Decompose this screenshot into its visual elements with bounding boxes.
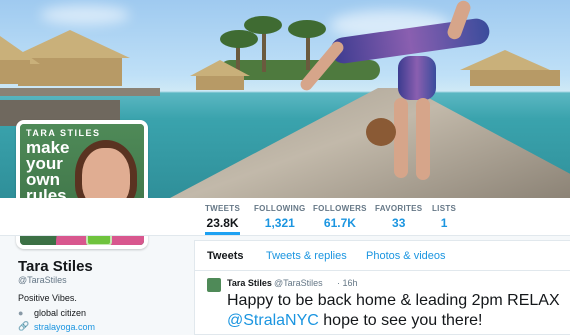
- tab-tweets[interactable]: Tweets: [207, 250, 243, 262]
- tweet-text-before: Happy to be back home & leading 2pm RELA…: [227, 292, 560, 309]
- profile-stats-nav: TWEETS 23.8K FOLLOWING 1,321 FOLLOWERS 6…: [0, 198, 570, 236]
- timeline: Tweets Tweets & replies Photos & videos …: [194, 240, 570, 335]
- stat-followers[interactable]: FOLLOWERS 61.7K: [313, 204, 367, 230]
- tweet-mention[interactable]: @StralaNYC: [227, 312, 319, 329]
- tab-tweets-replies[interactable]: Tweets & replies: [266, 250, 347, 262]
- avatar-brand-text: TARA STILES: [26, 128, 101, 138]
- stat-label: FAVORITES: [375, 204, 423, 213]
- profile-location: ● global citizen: [18, 308, 86, 318]
- stat-value: 23.8K: [206, 216, 239, 230]
- tweet-text-after: hope to see you there!: [318, 312, 483, 329]
- stat-label: TWEETS: [205, 204, 241, 213]
- tweet-avatar[interactable]: [207, 278, 221, 292]
- tweet-author[interactable]: Tara Stiles: [227, 278, 272, 288]
- website-link[interactable]: stralayoga.com: [34, 322, 95, 332]
- tweet-item[interactable]: Tara Stiles @TaraStiles · 16h Happy to b…: [195, 272, 570, 335]
- stat-value: 61.7K: [323, 216, 356, 230]
- tweet-handle[interactable]: @TaraStiles: [274, 278, 323, 288]
- profile-name[interactable]: Tara Stiles: [18, 258, 93, 275]
- stat-value: 1: [440, 216, 448, 230]
- stat-following[interactable]: FOLLOWING 1,321: [254, 204, 306, 230]
- tweet-time[interactable]: · 16h: [337, 278, 358, 288]
- stat-label: LISTS: [432, 204, 457, 213]
- stat-value: 33: [392, 216, 406, 230]
- location-pin-icon: ●: [18, 308, 24, 318]
- timeline-tabs: Tweets Tweets & replies Photos & videos: [195, 241, 570, 271]
- link-icon: 🔗: [18, 321, 30, 331]
- location-text: global citizen: [34, 308, 87, 318]
- profile-handle[interactable]: @TaraStiles: [18, 275, 67, 285]
- stat-label: FOLLOWING: [254, 204, 306, 213]
- tab-photos-videos[interactable]: Photos & videos: [366, 250, 446, 262]
- stat-value: 1,321: [264, 216, 295, 230]
- profile-website[interactable]: 🔗 stralayoga.com: [18, 321, 95, 332]
- stat-label: FOLLOWERS: [313, 204, 367, 213]
- stat-tweets[interactable]: TWEETS 23.8K: [205, 204, 241, 235]
- tweet-text: Happy to be back home & leading 2pm RELA…: [227, 291, 562, 331]
- stat-favorites[interactable]: FAVORITES 33: [375, 204, 422, 230]
- stat-lists[interactable]: LISTS 1: [432, 204, 456, 230]
- profile-bio: Positive Vibes.: [18, 293, 77, 303]
